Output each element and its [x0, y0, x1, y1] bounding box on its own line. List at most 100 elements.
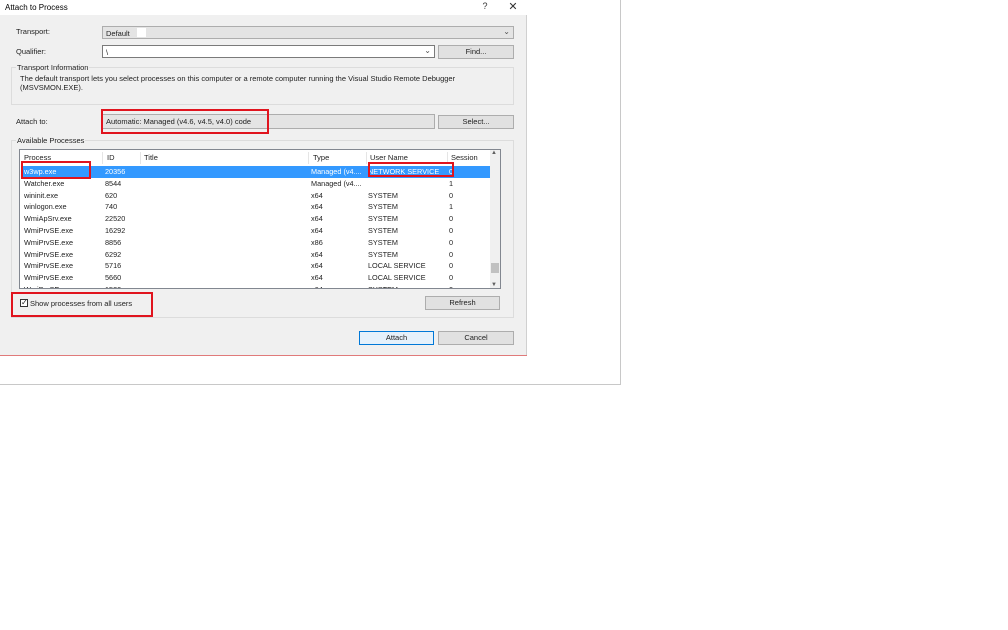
process-user: SYSTEM	[368, 249, 399, 259]
chevron-down-icon: ⌄	[503, 27, 510, 36]
transport-combobox[interactable]: Default ⌄	[102, 26, 514, 39]
process-name: WmiPrvSE.exe	[24, 226, 74, 235]
process-session: 0	[449, 237, 454, 247]
table-row[interactable]: winlogon.exe 740 x64 SYSTEM 1	[22, 201, 492, 213]
cancel-button[interactable]: Cancel	[438, 331, 514, 345]
process-id: 6292	[105, 249, 122, 259]
process-id: 740	[105, 202, 118, 212]
process-type: x64	[311, 202, 323, 212]
column-header-type[interactable]: Type	[313, 153, 329, 162]
column-header-title[interactable]: Title	[144, 153, 158, 162]
refresh-button[interactable]: Refresh	[425, 296, 500, 310]
attach-to-label: Attach to:	[16, 117, 48, 126]
select-code-type-button[interactable]: Select...	[438, 115, 514, 129]
process-session: 1	[449, 202, 454, 212]
process-type: x64	[311, 226, 323, 235]
close-icon[interactable]: ✕	[505, 0, 521, 14]
highlight-process-box	[21, 161, 91, 179]
scrollbar-thumb[interactable]	[491, 263, 499, 273]
transport-info-group	[11, 67, 514, 105]
process-type: x64	[311, 214, 323, 224]
title-bar	[0, 0, 527, 15]
process-id: 1520	[105, 285, 139, 288]
process-type: x64	[311, 190, 323, 200]
process-user: LOCAL SERVICE	[368, 261, 426, 271]
table-row[interactable]: WmiPrvSE.exe 5660 x64 LOCAL SERVICE 0	[22, 272, 492, 284]
process-name: WmiApSrv.exe	[24, 214, 72, 224]
process-session: 0	[449, 190, 454, 200]
process-session: 0	[449, 261, 454, 271]
highlight-user-box	[368, 162, 454, 177]
column-header-session[interactable]: Session	[451, 153, 478, 162]
table-row[interactable]: WmiPrvSE.exe 1520 x64SYSTEM 0	[22, 284, 492, 288]
process-name: WmiPrvSE.exe	[24, 249, 74, 259]
table-row[interactable]: WmiPrvSE.exe 5716 x64 LOCAL SERVICE 0	[22, 260, 492, 272]
process-user: SYSTEM	[368, 226, 399, 235]
process-session: 0	[449, 226, 454, 235]
process-name: Watcher.exe	[24, 178, 65, 188]
process-type: x64	[311, 261, 323, 271]
column-separator[interactable]	[366, 152, 367, 164]
process-id: 22520	[105, 214, 126, 224]
process-id: 5660	[105, 273, 122, 283]
table-row[interactable]: WmiPrvSE.exe 16292 x64 SYSTEM 0	[22, 225, 492, 237]
process-id: 16292	[105, 226, 126, 235]
table-row[interactable]: Watcher.exe 8544 Managed (v4.... 1	[22, 178, 492, 190]
column-header-user-name[interactable]: User Name	[370, 153, 408, 162]
transport-value: Default	[106, 29, 130, 38]
scroll-down-arrow-icon[interactable]: ▼	[491, 282, 497, 288]
transport-info-heading: Transport Information	[16, 63, 90, 72]
attach-button[interactable]: Attach	[359, 331, 434, 345]
process-user: LOCAL SERVICE	[368, 273, 426, 283]
available-processes-heading: Available Processes	[16, 136, 86, 145]
table-row[interactable]: WmiPrvSE.exe 8856 x86 SYSTEM 0	[22, 237, 492, 249]
process-id: 8544	[105, 178, 122, 188]
find-button[interactable]: Find...	[438, 45, 514, 59]
table-row[interactable]: WmiPrvSE.exe 6292 x64 SYSTEM 0	[22, 249, 492, 261]
process-session: 0	[449, 273, 454, 283]
table-row[interactable]: WmiApSrv.exe 22520 x64 SYSTEM 0	[22, 213, 492, 225]
process-name: winlogon.exe	[24, 202, 67, 212]
process-name: WmiPrvSE.exe	[24, 237, 74, 247]
highlight-attach-to-box	[101, 109, 269, 134]
table-row[interactable]: wininit.exe 620 x64 SYSTEM 0	[22, 190, 492, 202]
process-id: 620	[105, 190, 118, 200]
process-user: SYSTEM	[368, 214, 399, 224]
scroll-up-arrow-icon[interactable]: ▲	[491, 150, 497, 156]
process-session: 0	[449, 249, 454, 259]
column-header-id[interactable]: ID	[107, 153, 115, 162]
process-name: WmiPrvSE.exe	[24, 261, 74, 271]
process-user: SYSTEM	[368, 202, 399, 212]
process-id: 5716	[105, 261, 122, 271]
column-separator[interactable]	[308, 152, 309, 164]
process-id: 20356	[105, 167, 126, 176]
help-button[interactable]: ?	[478, 1, 492, 13]
process-session: 1	[449, 178, 454, 188]
process-type: Managed (v4....	[311, 167, 362, 176]
qualifier-value: \	[106, 48, 109, 57]
transport-info-text: The default transport lets you select pr…	[20, 74, 456, 83]
process-type: Managed (v4....	[311, 178, 362, 188]
dialog-title: Attach to Process	[5, 3, 68, 12]
process-type: x64	[311, 285, 365, 288]
process-type: x64	[311, 273, 323, 283]
process-type: x86	[311, 237, 323, 247]
process-session: 0	[449, 214, 454, 224]
process-user: SYSTEM	[368, 285, 444, 288]
dialog-bottom-edge	[0, 355, 527, 356]
highlight-show-all-box	[11, 292, 153, 317]
chevron-down-icon: ⌄	[424, 46, 431, 55]
column-separator[interactable]	[140, 152, 141, 164]
process-name: WmiPrvSE.exe	[24, 273, 74, 283]
transport-color-swatch	[137, 28, 146, 37]
process-type: x64	[311, 249, 323, 259]
process-session: 0	[449, 285, 479, 288]
process-user: SYSTEM	[368, 237, 399, 247]
transport-info-text-2: (MSVSMON.EXE).	[20, 83, 83, 92]
process-name: WmiPrvSE.exe	[24, 285, 100, 288]
qualifier-label: Qualifier:	[16, 47, 47, 56]
column-separator[interactable]	[102, 152, 103, 164]
process-id: 8856	[105, 237, 122, 247]
transport-label: Transport:	[16, 27, 50, 36]
qualifier-combobox[interactable]: \ ⌄	[102, 45, 435, 58]
